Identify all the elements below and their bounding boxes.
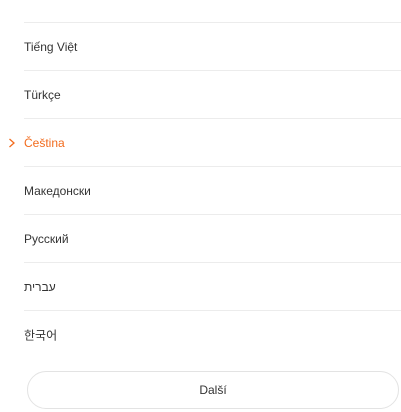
language-option-label: Türkçe: [24, 88, 61, 102]
language-option-label: Čeština: [24, 136, 65, 150]
language-option-korean[interactable]: 한국어: [0, 311, 401, 359]
language-option-vietnamese[interactable]: Tiếng Việt: [0, 23, 401, 71]
language-option-label: Tiếng Việt: [24, 40, 78, 54]
chevron-right-icon: [9, 138, 15, 148]
language-option-czech[interactable]: Čeština: [0, 119, 401, 167]
language-option-label: עברית: [24, 280, 56, 294]
language-selection-screen: Tiếng Việt Türkçe Čeština Македонски Рус…: [0, 0, 401, 412]
language-option-turkish[interactable]: Türkçe: [0, 71, 401, 119]
language-option-label: Русский: [24, 232, 69, 246]
language-option-label: Македонски: [24, 184, 91, 198]
language-option-hebrew[interactable]: עברית: [0, 263, 401, 311]
language-option-macedonian[interactable]: Македонски: [0, 167, 401, 215]
language-option-label: 한국어: [24, 328, 58, 343]
language-option-russian[interactable]: Русский: [0, 215, 401, 263]
next-button[interactable]: Další: [27, 371, 399, 409]
